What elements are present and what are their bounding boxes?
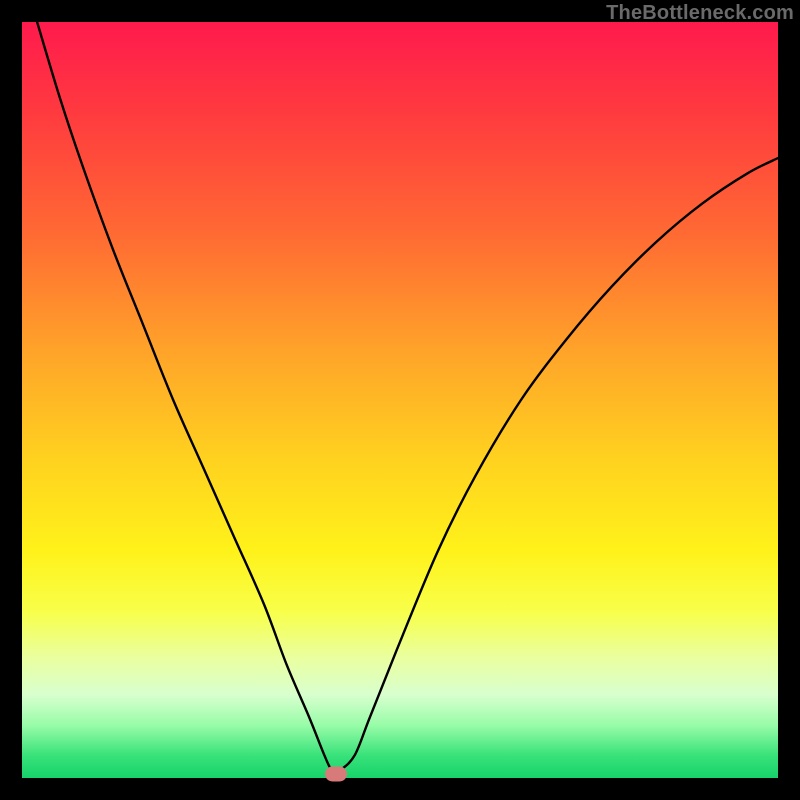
watermark-text: TheBottleneck.com xyxy=(606,2,794,25)
bottleneck-curve xyxy=(22,22,778,778)
optimum-marker xyxy=(325,767,347,782)
plot-area xyxy=(22,22,778,778)
chart-frame: TheBottleneck.com xyxy=(0,0,800,800)
